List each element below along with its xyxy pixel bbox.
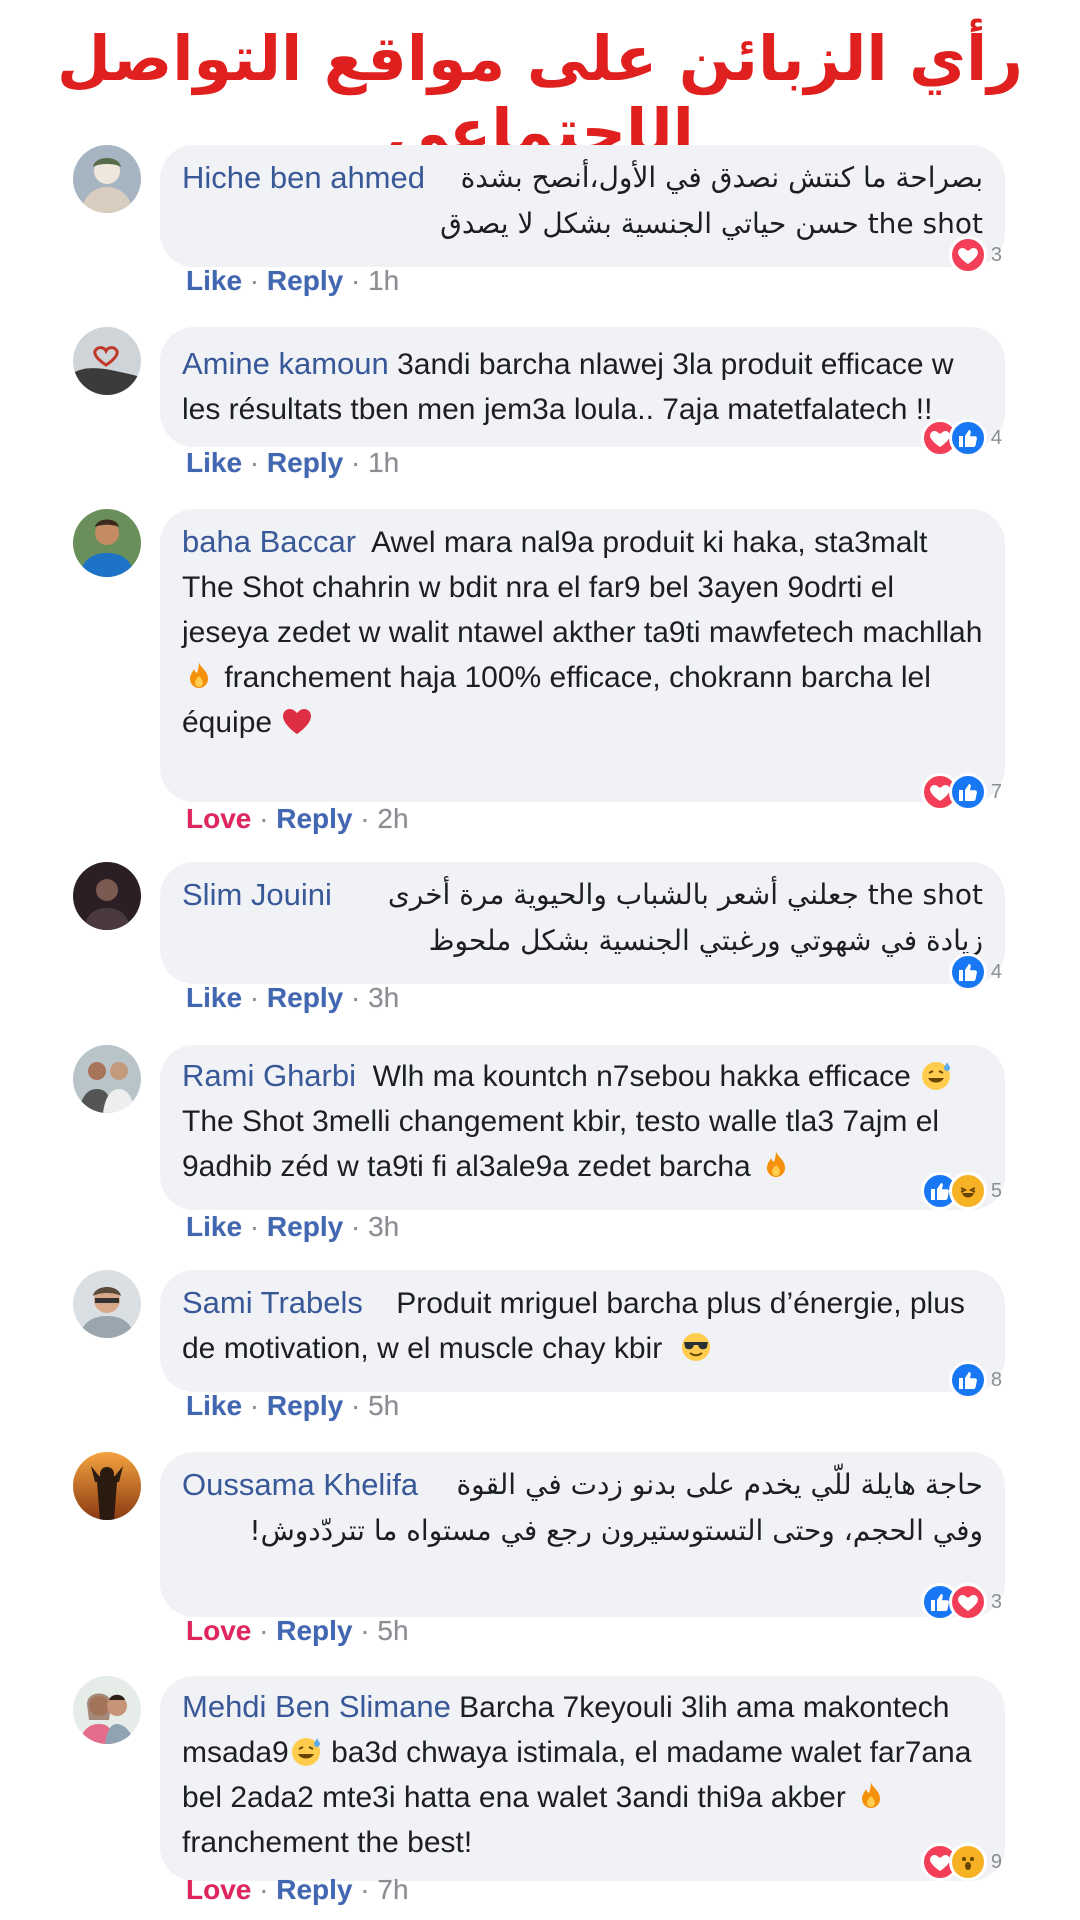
avatar[interactable] xyxy=(73,145,141,213)
comment-time: 1h xyxy=(368,447,400,478)
avatar[interactable] xyxy=(73,509,141,577)
avatar[interactable] xyxy=(73,1045,141,1113)
avatar[interactable] xyxy=(73,1676,141,1744)
reaction-summary[interactable]: 4 xyxy=(920,418,1002,458)
commenter-name[interactable]: Hiche ben ahmed xyxy=(182,155,425,201)
comment-bubble: Oussama Khelifa حاجة هايلة للّي يخدم على… xyxy=(160,1452,1005,1617)
like-reaction-icon xyxy=(948,419,987,457)
like-link[interactable]: Like xyxy=(186,1390,242,1421)
reply-link[interactable]: Reply xyxy=(276,1615,352,1646)
reaction-count: 8 xyxy=(990,1368,1002,1391)
comment-time: 5h xyxy=(368,1390,400,1421)
comment-text: the shot جعلني أشعر بالشباب والحيوية مرة… xyxy=(387,878,983,957)
reaction-count: 7 xyxy=(990,780,1002,803)
avatar[interactable] xyxy=(73,1452,141,1520)
comment-actions: Like · Reply · 1h xyxy=(186,265,400,296)
like-link[interactable]: Like xyxy=(186,265,242,296)
love-link[interactable]: Love xyxy=(186,803,251,834)
reply-link[interactable]: Reply xyxy=(267,982,343,1013)
reaction-count: 5 xyxy=(990,1179,1002,1202)
reaction-count: 4 xyxy=(990,426,1002,449)
avatar[interactable] xyxy=(73,1270,141,1338)
fire-icon xyxy=(182,659,216,693)
comment-bubble: baha Baccar Awel mara nal9a produit ki h… xyxy=(160,509,1005,802)
comment-text: بصراحة ما كنتش نصدق في الأول،أنصح بشدة t… xyxy=(440,161,983,240)
like-reaction-icon xyxy=(948,1361,987,1399)
reaction-summary[interactable]: 8 xyxy=(948,1360,1002,1400)
reaction-summary[interactable]: 3 xyxy=(920,1582,1002,1622)
wow-reaction-icon xyxy=(948,1843,987,1881)
comment-actions: Love · Reply · 7h xyxy=(186,1874,409,1905)
red-heart-icon xyxy=(280,704,314,738)
haha-reaction-icon xyxy=(948,1172,987,1210)
reaction-count: 4 xyxy=(990,960,1002,983)
sweat-smile-icon xyxy=(919,1058,953,1092)
comment-actions: Love · Reply · 5h xyxy=(186,1615,409,1646)
commenter-name[interactable]: baha Baccar xyxy=(182,524,356,559)
comment-time: 3h xyxy=(368,1211,400,1242)
like-reaction-icon xyxy=(948,773,987,811)
comment-bubble: Sami Trabels Produit mriguel barcha plus… xyxy=(160,1270,1005,1392)
reaction-count: 9 xyxy=(990,1850,1002,1873)
comment-bubble: Mehdi Ben Slimane Barcha 7keyouli 3lih a… xyxy=(160,1676,1005,1881)
comment-actions: Like · Reply · 3h xyxy=(186,982,400,1013)
like-reaction-icon xyxy=(948,953,987,991)
reaction-summary[interactable]: 3 xyxy=(948,235,1002,275)
like-link[interactable]: Like xyxy=(186,982,242,1013)
like-link[interactable]: Like xyxy=(186,447,242,478)
reaction-count: 3 xyxy=(990,243,1002,266)
comment-bubble: Amine kamoun 3andi barcha nlawej 3la pro… xyxy=(160,327,1005,447)
comment-time: 5h xyxy=(377,1615,409,1646)
sweat-smile-icon xyxy=(289,1734,323,1768)
comment-text-continued: The Shot 3melli changement kbir, testo w… xyxy=(182,1105,940,1183)
reply-link[interactable]: Reply xyxy=(276,803,352,834)
like-link[interactable]: Like xyxy=(186,1211,242,1242)
reaction-summary[interactable]: 9 xyxy=(920,1842,1002,1882)
comment-bubble: Slim Jouini the shot جعلني أشعر بالشباب … xyxy=(160,862,1005,984)
reply-link[interactable]: Reply xyxy=(267,1390,343,1421)
commenter-name[interactable]: Oussama Khelifa xyxy=(182,1462,418,1508)
comment-text: Wlh ma kountch n7sebou hakka efficace xyxy=(372,1060,911,1093)
fire-icon xyxy=(854,1779,888,1813)
commenter-name[interactable]: Sami Trabels xyxy=(182,1285,363,1320)
comment-time: 2h xyxy=(377,803,409,834)
reply-link[interactable]: Reply xyxy=(267,265,343,296)
comment-time: 7h xyxy=(377,1874,409,1905)
reply-link[interactable]: Reply xyxy=(267,447,343,478)
reply-link[interactable]: Reply xyxy=(267,1211,343,1242)
commenter-name[interactable]: Amine kamoun xyxy=(182,346,389,381)
commenter-name[interactable]: Rami Gharbi xyxy=(182,1058,356,1093)
reaction-count: 3 xyxy=(990,1590,1002,1613)
avatar[interactable] xyxy=(73,327,141,395)
love-reaction-icon xyxy=(948,236,987,274)
comment-time: 3h xyxy=(368,982,400,1013)
reaction-summary[interactable]: 4 xyxy=(948,952,1002,992)
comment-actions: Like · Reply · 3h xyxy=(186,1211,400,1242)
comment-bubble: Hiche ben ahmed بصراحة ما كنتش نصدق في ا… xyxy=(160,145,1005,267)
reaction-summary[interactable]: 7 xyxy=(920,772,1002,812)
fire-icon xyxy=(759,1148,793,1182)
love-link[interactable]: Love xyxy=(186,1615,251,1646)
comment-time: 1h xyxy=(368,265,400,296)
comment-actions: Like · Reply · 5h xyxy=(186,1390,400,1421)
avatar[interactable] xyxy=(73,862,141,930)
reaction-summary[interactable]: 5 xyxy=(920,1171,1002,1211)
commenter-name[interactable]: Slim Jouini xyxy=(182,872,332,918)
comment-actions: Like · Reply · 1h xyxy=(186,447,400,478)
commenter-name[interactable]: Mehdi Ben Slimane xyxy=(182,1689,451,1724)
comment-bubble: Rami Gharbi Wlh ma kountch n7sebou hakka… xyxy=(160,1045,1005,1210)
reply-link[interactable]: Reply xyxy=(276,1874,352,1905)
love-link[interactable]: Love xyxy=(186,1874,251,1905)
comment-text-end: franchement the best! xyxy=(182,1826,473,1859)
sunglasses-icon xyxy=(679,1330,713,1364)
love-reaction-icon xyxy=(948,1583,987,1621)
comment-actions: Love · Reply · 2h xyxy=(186,803,409,834)
